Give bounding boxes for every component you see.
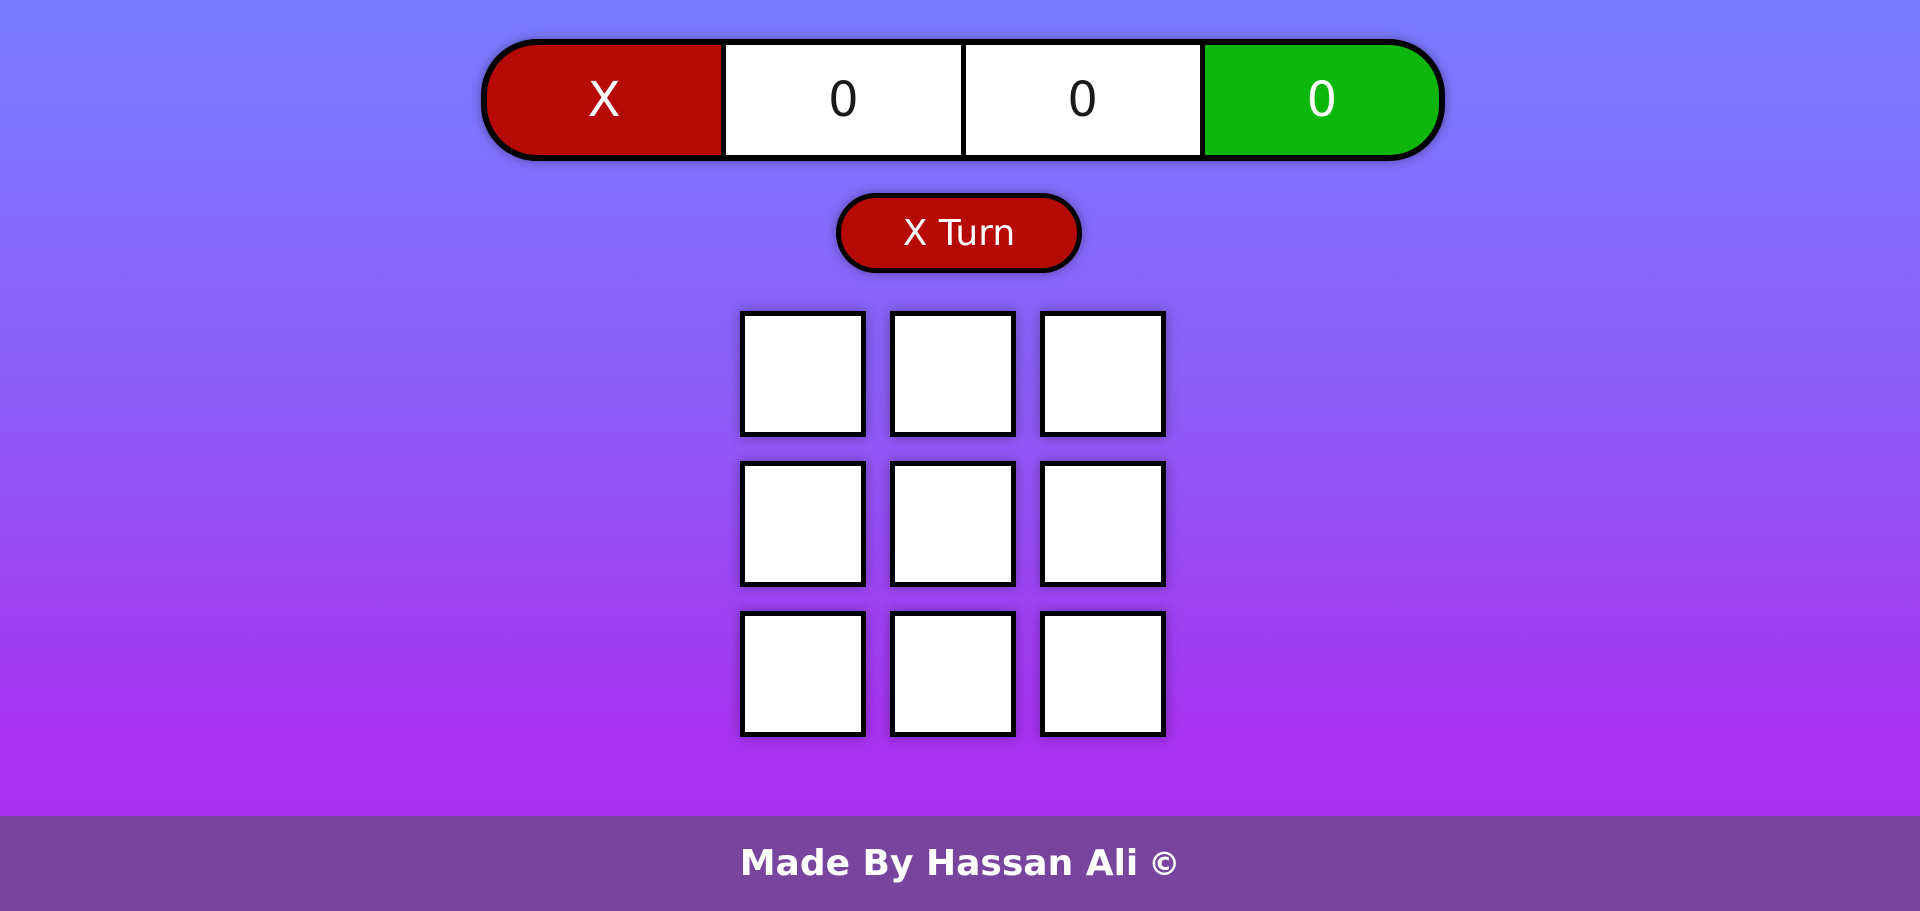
- player-o-label: 0: [1204, 45, 1439, 155]
- board-cell-9[interactable]: [1040, 611, 1166, 737]
- board-cell-1[interactable]: [740, 311, 866, 437]
- copyright-icon: ©: [1148, 844, 1181, 883]
- player-o-score: 0: [965, 45, 1200, 155]
- footer: Made By Hassan Ali ©: [0, 816, 1920, 911]
- board-cell-6[interactable]: [1040, 461, 1166, 587]
- game-board: [740, 311, 1166, 737]
- footer-credit: Made By Hassan Ali: [739, 843, 1139, 884]
- turn-indicator-button[interactable]: X Turn: [836, 193, 1082, 273]
- player-x-score: 0: [726, 45, 961, 155]
- board-cell-7[interactable]: [740, 611, 866, 737]
- board-cell-2[interactable]: [890, 311, 1016, 437]
- board-cell-8[interactable]: [890, 611, 1016, 737]
- board-cell-3[interactable]: [1040, 311, 1166, 437]
- scoreboard: X 0 0 0: [481, 39, 1445, 161]
- board-cell-4[interactable]: [740, 461, 866, 587]
- board-cell-5[interactable]: [890, 461, 1016, 587]
- player-x-label: X: [487, 45, 722, 155]
